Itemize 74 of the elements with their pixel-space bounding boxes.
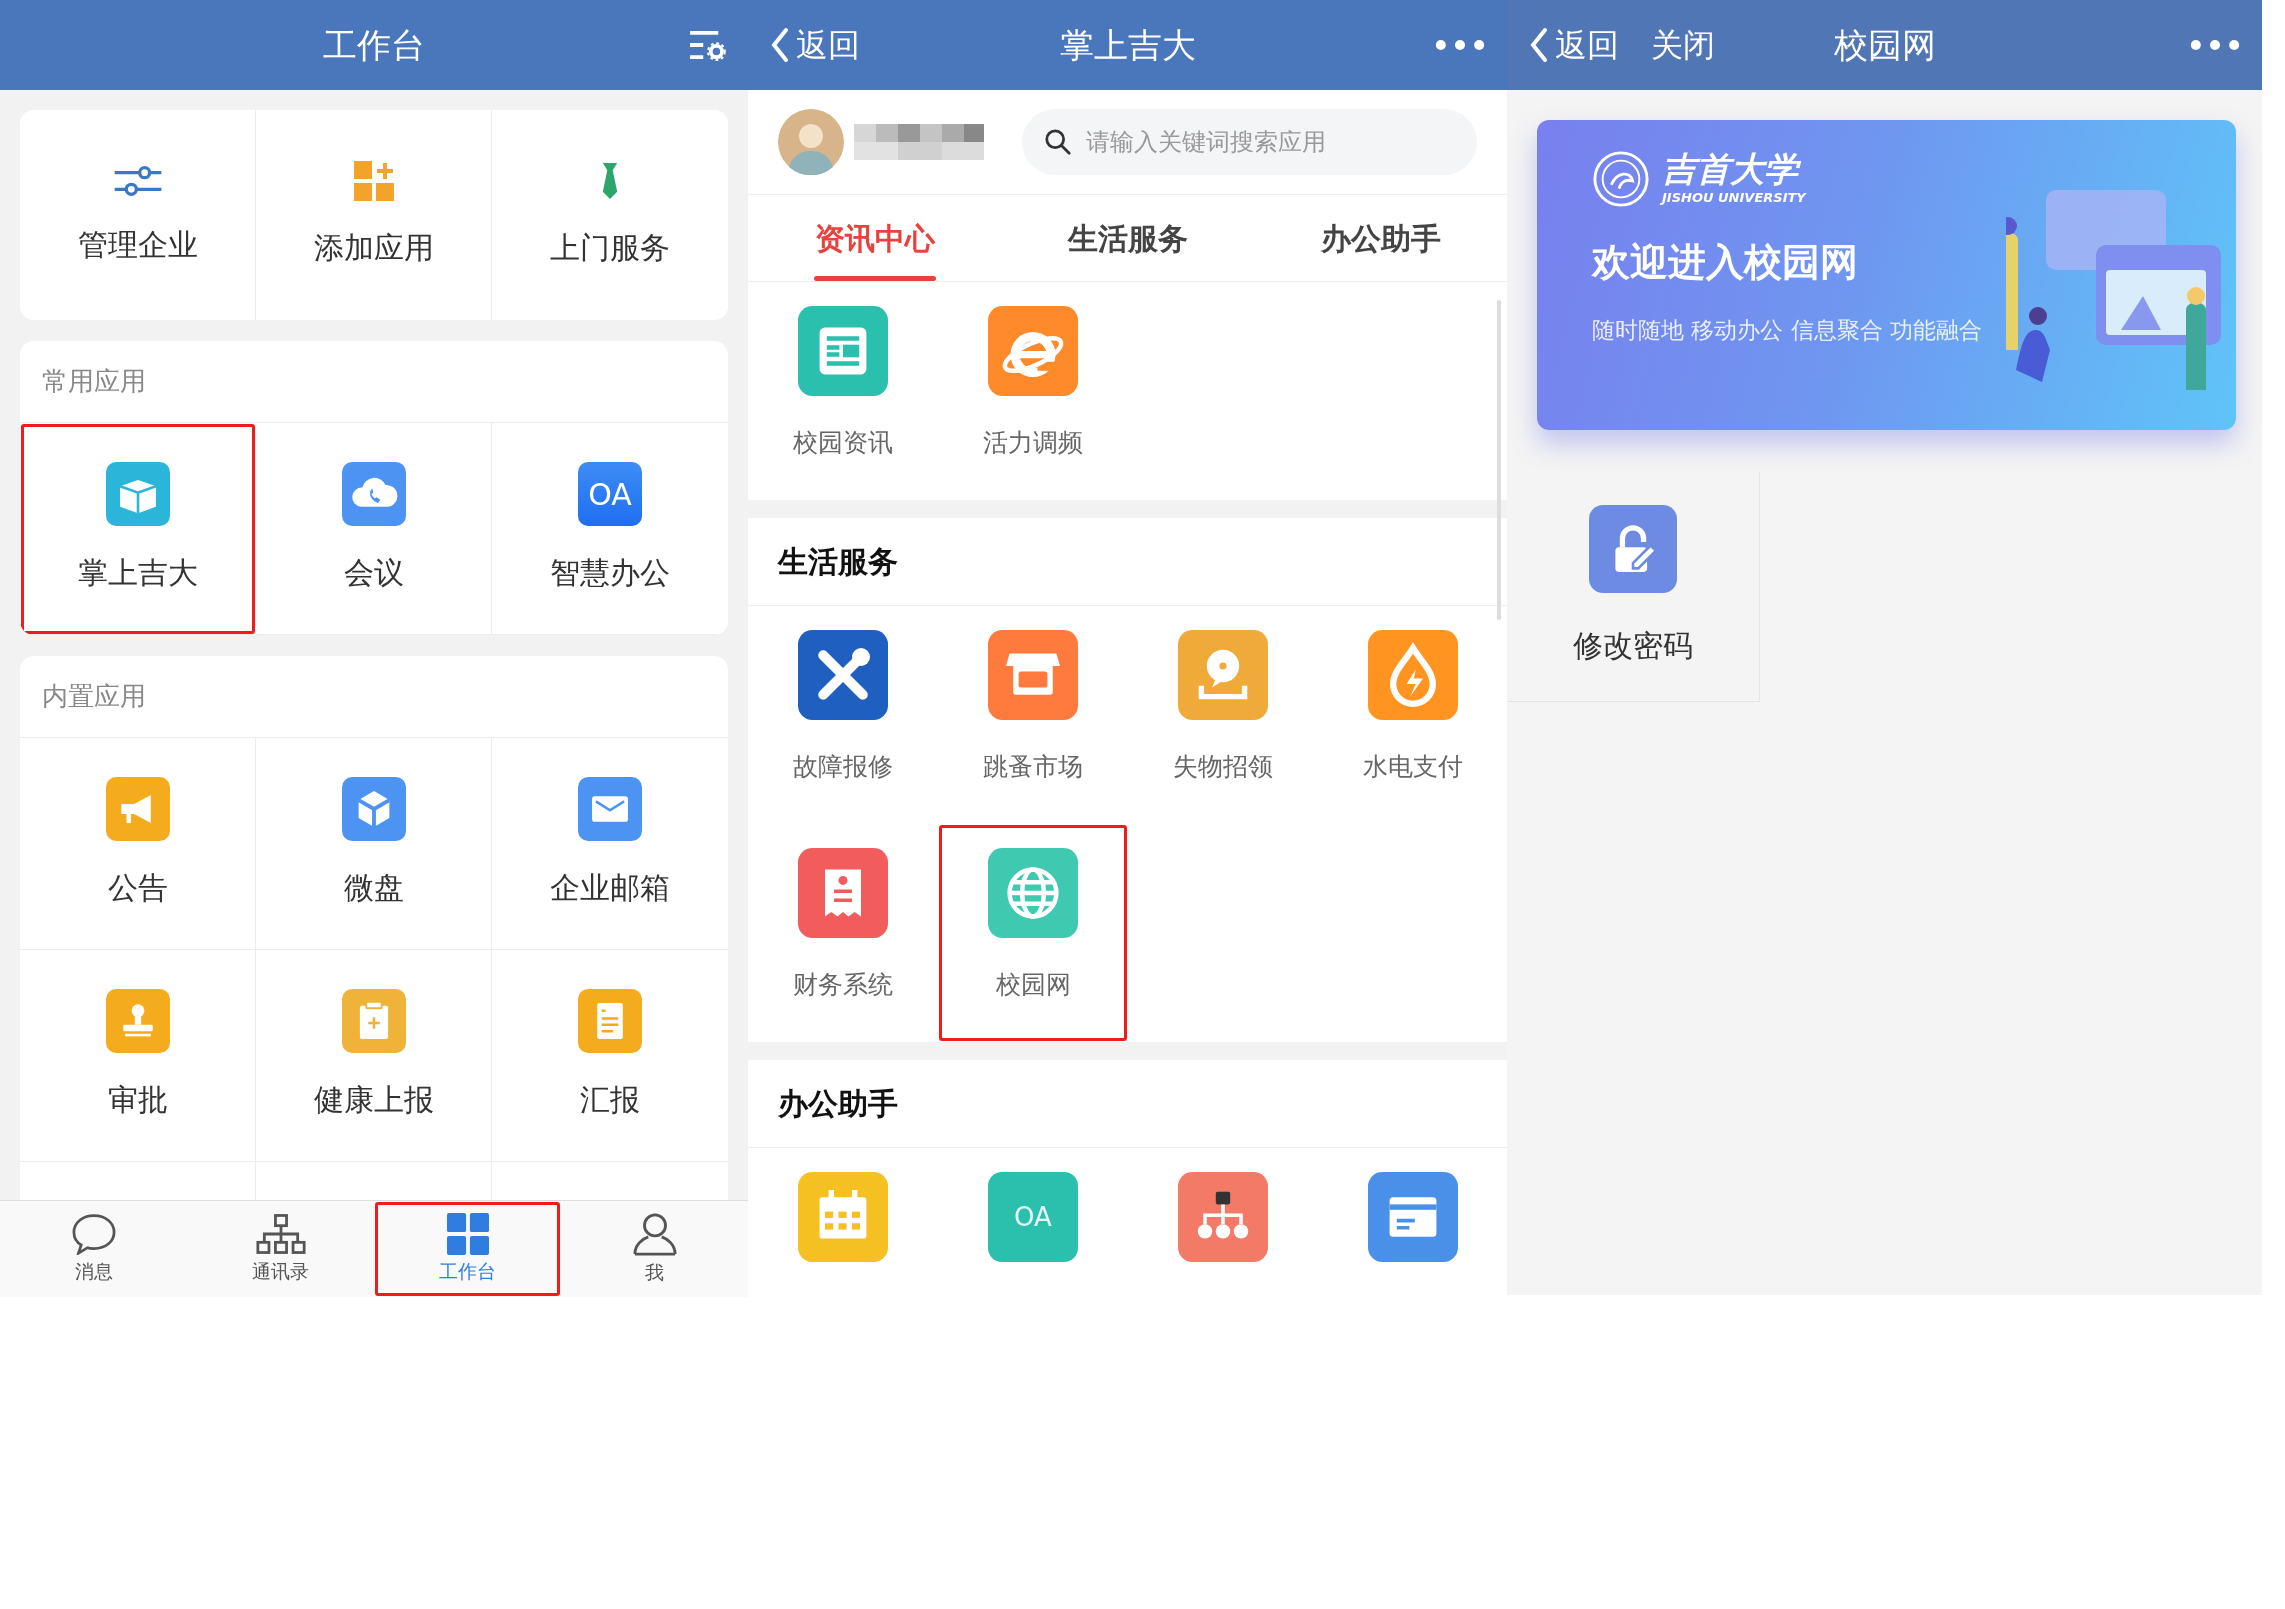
app-item[interactable]: 修改密码	[1507, 472, 1760, 702]
university-subtitle: JISHOU UNIVERSITY	[1662, 188, 1806, 207]
speech-bubble-icon	[1178, 630, 1268, 720]
app-item[interactable]: 校园资讯	[748, 282, 938, 500]
app-item[interactable]: 跳蚤市场	[938, 606, 1128, 824]
screen-title: 掌上吉大	[1059, 23, 1196, 67]
receipt-icon	[798, 848, 888, 938]
calendar-icon	[798, 1172, 888, 1262]
settings-menu-icon	[688, 29, 726, 61]
oa-icon: OA	[578, 462, 642, 526]
back-button[interactable]: 返回	[1529, 21, 1619, 69]
app-item[interactable]: 微盘	[256, 738, 492, 950]
clipboard-icon	[341, 989, 406, 1053]
app-item[interactable]: 故障报修	[748, 606, 938, 824]
more-icon	[1435, 39, 1485, 51]
cloud-phone-icon	[341, 462, 406, 526]
store-icon	[988, 630, 1078, 720]
search-field[interactable]: 请输入关键词搜索应用	[1022, 109, 1477, 175]
lock-edit-icon	[1589, 505, 1677, 593]
org-chart-icon	[255, 1212, 306, 1255]
close-button[interactable]: 关闭	[1651, 21, 1715, 69]
more-button[interactable]	[1435, 39, 1485, 51]
sliders-icon	[112, 163, 163, 198]
tools-icon	[798, 630, 888, 720]
app-item[interactable]: 水电支付	[1318, 606, 1507, 824]
envelope-icon	[578, 777, 642, 841]
more-icon	[2190, 39, 2240, 51]
university-seal-icon	[1592, 150, 1650, 208]
megaphone-icon	[105, 777, 170, 841]
stamp-icon	[105, 989, 170, 1053]
search-icon	[1044, 128, 1072, 156]
category-tab[interactable]: 资讯中心	[748, 195, 1001, 281]
back-icon	[770, 27, 790, 63]
app-item[interactable]: 失物招领	[1128, 606, 1318, 824]
settings-button[interactable]	[688, 29, 726, 61]
drop-icon	[1368, 630, 1458, 720]
back-button[interactable]: 返回	[770, 21, 1060, 69]
app-item[interactable]: 审批	[20, 950, 256, 1162]
banner-headline: 欢迎进入校园网	[1592, 239, 1859, 286]
category-tab[interactable]: 办公助手	[1254, 195, 1507, 281]
screen-title: 工作台	[323, 23, 425, 67]
scrollbar[interactable]	[1497, 300, 1501, 620]
grid-icon	[446, 1212, 489, 1255]
document-icon	[578, 989, 642, 1053]
tie-icon	[601, 160, 619, 201]
grid-plus-icon	[353, 160, 394, 201]
banner-tagline: 随时随地 移动办公 信息聚合 功能融合	[1592, 316, 1983, 345]
browser-icon	[988, 306, 1078, 396]
back-icon	[1529, 27, 1549, 63]
app-item[interactable]: 会议	[256, 423, 492, 635]
chat-icon	[70, 1212, 117, 1255]
person-icon	[632, 1211, 677, 1256]
avatar	[778, 109, 844, 175]
oa-icon: OA	[988, 1172, 1078, 1262]
university-name: 吉首大学	[1662, 150, 1806, 188]
box-icon	[105, 462, 170, 526]
app-item[interactable]: 掌上吉大	[20, 423, 256, 635]
more-button[interactable]	[2190, 39, 2240, 51]
newspaper-icon	[798, 306, 888, 396]
org-chart-icon	[1178, 1172, 1268, 1262]
app-item[interactable]: 财务系统	[748, 824, 938, 1042]
cube-icon	[341, 777, 406, 841]
card-icon	[1368, 1172, 1458, 1262]
app-item[interactable]: 公告	[20, 738, 256, 950]
tab-bar-item[interactable]: 我	[561, 1201, 748, 1297]
category-tab[interactable]: 生活服务	[1001, 195, 1254, 281]
tab-bar-item[interactable]: 工作台	[374, 1201, 561, 1297]
tab-bar-item[interactable]: 消息	[0, 1201, 187, 1297]
app-item[interactable]: 健康上报	[256, 950, 492, 1162]
tab-bar-item[interactable]: 通讯录	[187, 1201, 374, 1297]
app-item[interactable]: 校园网	[938, 824, 1128, 1042]
globe-icon	[988, 848, 1078, 938]
app-item[interactable]: 活力调频	[938, 282, 1128, 500]
screen-title: 校园网	[1833, 23, 1936, 67]
